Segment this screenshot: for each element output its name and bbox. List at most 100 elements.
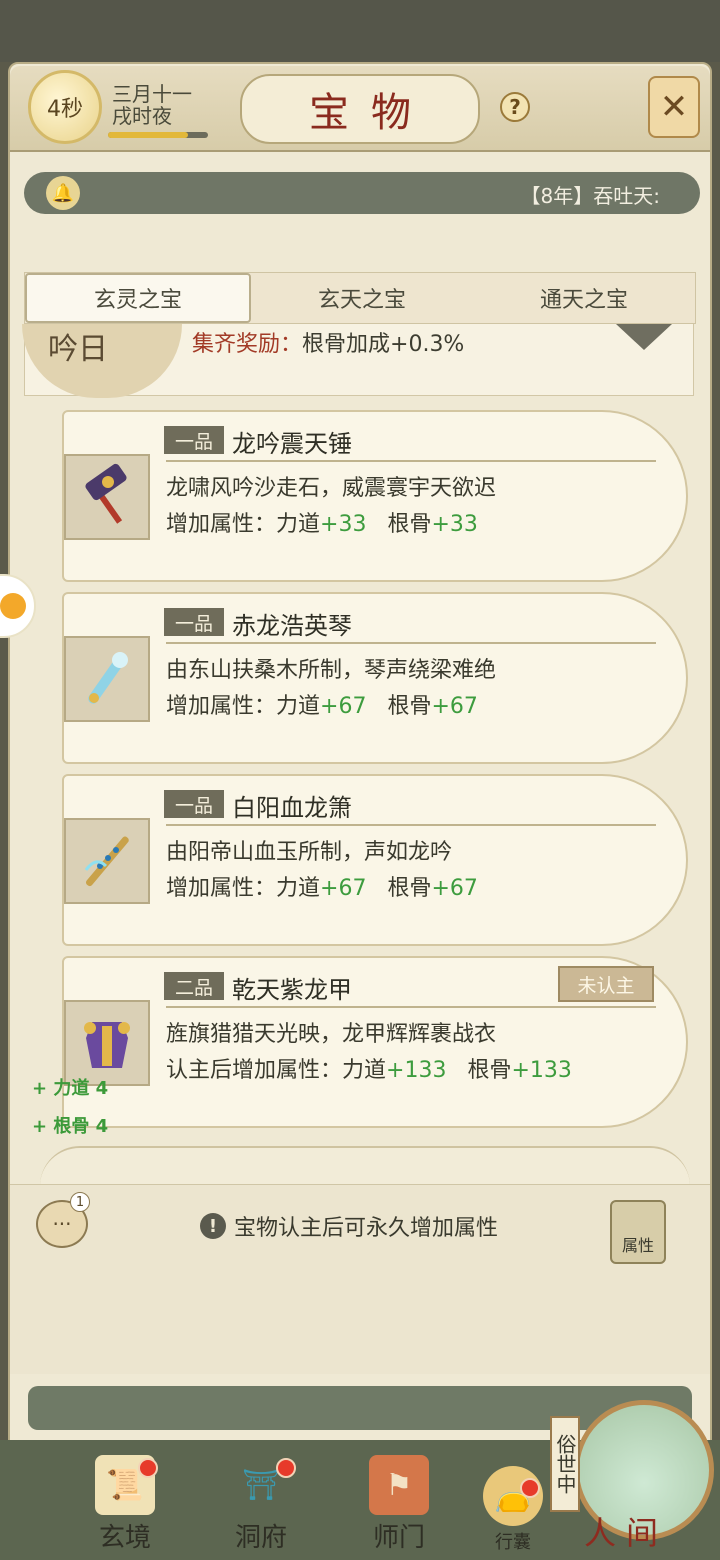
treasure-item[interactable]: 一品 龙吟震天锤 龙啸风吟沙走石，威震寰宇天欲迟 增加属性：力道+33 根骨+3… [38, 410, 688, 582]
item-name: 白阳血龙箫 [232, 794, 352, 822]
stat-value: +133 [511, 1058, 572, 1083]
attributes-button[interactable]: 属性 [610, 1200, 666, 1264]
help-icon: ? [509, 95, 521, 119]
stat-name: 力道 [276, 512, 321, 537]
stat-name: 力道 [342, 1058, 387, 1083]
item-grade: 二品 [164, 972, 224, 1000]
stat-name: 根骨 [387, 512, 432, 537]
stat-value: +67 [431, 694, 478, 719]
item-divider [166, 1006, 656, 1008]
hammer-icon [64, 454, 150, 540]
time-progress-track [108, 132, 208, 138]
item-description: 由东山扶桑木所制，琴声绕梁难绝 [166, 658, 497, 683]
stat-value: +133 [386, 1058, 447, 1083]
stat-value: +67 [320, 694, 367, 719]
zither-icon [64, 636, 150, 722]
float-stat-strength: + 力道 4 [32, 1078, 109, 1099]
gamepad-icon [0, 593, 26, 619]
notice-text: ! 宝物认主后可永久增加属性 [200, 1210, 498, 1242]
tab-label: 通天之宝 [539, 288, 628, 313]
item-description: 旌旗猎猎天光映，龙甲辉辉裹战衣 [166, 1022, 497, 1047]
collection-progress-card [40, 1146, 690, 1186]
timer-text: 4秒 [47, 97, 83, 122]
stat-prefix: 增加属性： [166, 694, 277, 719]
nav-label: 行囊 [495, 1532, 531, 1553]
seal-text: 吟日 [48, 332, 108, 367]
item-divider [166, 642, 656, 644]
notice-label: 宝物认主后可永久增加属性 [234, 1216, 499, 1241]
item-description: 龙啸风吟沙走石，威震寰宇天欲迟 [166, 476, 497, 501]
world-tag-text: 俗世中 [553, 1434, 577, 1494]
page-title: 宝物 [240, 74, 480, 144]
nav-notification-dot [276, 1458, 296, 1478]
stat-value: +33 [431, 512, 478, 537]
help-button[interactable]: ? [500, 92, 530, 122]
stat-value: +67 [431, 876, 478, 901]
banner-icon: ⚑ [369, 1455, 429, 1515]
stat-value: +67 [320, 876, 367, 901]
treasure-screen: 4秒 三月十一 戌时夜 宝物 ? ✕ 🔔 【8年】吞吐天: 玄灵之宝 玄天之宝 … [0, 0, 720, 1560]
treasure-item[interactable]: 二品 乾天紫龙甲 未认主 旌旗猎猎天光映，龙甲辉辉裹战衣 认主后增加属性：力道+… [38, 956, 688, 1128]
item-name: 龙吟震天锤 [232, 430, 352, 458]
stat-prefix: 认主后增加属性： [166, 1058, 343, 1083]
attributes-label: 属性 [621, 1236, 654, 1255]
bell-icon: 🔔 [46, 176, 80, 210]
item-grade: 一品 [164, 608, 224, 636]
nav-label: 师门 [372, 1523, 425, 1553]
item-divider [166, 824, 656, 826]
item-name: 赤龙浩英琴 [232, 612, 352, 640]
treasure-item[interactable]: 一品 白阳血龙箫 由阳帝山血玉所制，声如龙吟 增加属性：力道+67 根骨+67 [38, 774, 688, 946]
timer-badge: 4秒 [28, 70, 102, 144]
nav-dongfu[interactable]: ⛩ 洞府 [206, 1454, 316, 1554]
item-divider [166, 460, 656, 462]
tab-xuanling[interactable]: 玄灵之宝 [25, 273, 251, 323]
stat-name: 力道 [276, 694, 321, 719]
collection-label: 集齐奖励： [192, 332, 303, 357]
item-grade: 一品 [164, 426, 224, 454]
stat-name: 力道 [276, 876, 321, 901]
stat-prefix: 增加属性： [166, 876, 277, 901]
treasure-item[interactable]: 一品 赤龙浩英琴 由东山扶桑木所制，琴声绕梁难绝 增加属性：力道+67 根骨+6… [38, 592, 688, 764]
item-stats: 增加属性：力道+33 根骨+33 [166, 506, 478, 538]
nav-label: 玄境 [98, 1523, 151, 1553]
expand-arrow-icon[interactable] [616, 324, 672, 350]
time-progress-fill [108, 132, 188, 138]
tab-xuantian[interactable]: 玄天之宝 [251, 273, 473, 323]
nav-notification-dot [520, 1478, 540, 1498]
tab-tongtian[interactable]: 通天之宝 [473, 273, 695, 323]
close-icon: ✕ [659, 87, 689, 127]
nav-xuanjing[interactable]: 📜 玄境 [70, 1454, 180, 1554]
chat-icon: ··· [52, 1212, 72, 1236]
item-stats: 认主后增加属性：力道+133 根骨+133 [166, 1052, 572, 1084]
item-grade: 一品 [164, 790, 224, 818]
date-line-2: 戌时夜 [112, 104, 172, 128]
warning-icon: ! [200, 1213, 226, 1239]
stat-prefix: 增加属性： [166, 512, 277, 537]
stat-name: 根骨 [387, 876, 432, 901]
collection-reward-text: 集齐奖励：根骨加成+0.3% [192, 326, 464, 358]
stat-name: 根骨 [387, 694, 432, 719]
world-button[interactable]: 俗世中 人间 [548, 1400, 716, 1552]
nav-notification-dot [138, 1458, 158, 1478]
world-tag: 俗世中 [550, 1416, 580, 1512]
stat-value: +33 [320, 512, 367, 537]
stat-name: 根骨 [467, 1058, 512, 1083]
item-stats: 增加属性：力道+67 根骨+67 [166, 870, 478, 902]
nav-shimen[interactable]: ⚑ 师门 [344, 1454, 454, 1554]
item-description: 由阳帝山血玉所制，声如龙吟 [166, 840, 453, 865]
chat-count-badge: 1 [70, 1192, 90, 1212]
status-badge: 未认主 [558, 966, 654, 1002]
ticker-text: 【8年】吞吐天: [520, 184, 660, 208]
item-name: 乾天紫龙甲 [232, 976, 352, 1004]
top-background [0, 0, 720, 62]
tab-label: 玄天之宝 [317, 288, 406, 313]
item-stats: 增加属性：力道+67 根骨+67 [166, 688, 478, 720]
float-stat-bone: + 根骨 4 [32, 1116, 109, 1137]
flute-icon [64, 818, 150, 904]
nav-label: 洞府 [234, 1523, 287, 1553]
collection-value: 根骨加成+0.3% [302, 332, 465, 357]
close-button[interactable]: ✕ [648, 76, 700, 138]
category-tabs: 玄灵之宝 玄天之宝 通天之宝 [24, 272, 696, 324]
world-label: 人间 [584, 1514, 669, 1552]
tab-label: 玄灵之宝 [93, 288, 182, 313]
